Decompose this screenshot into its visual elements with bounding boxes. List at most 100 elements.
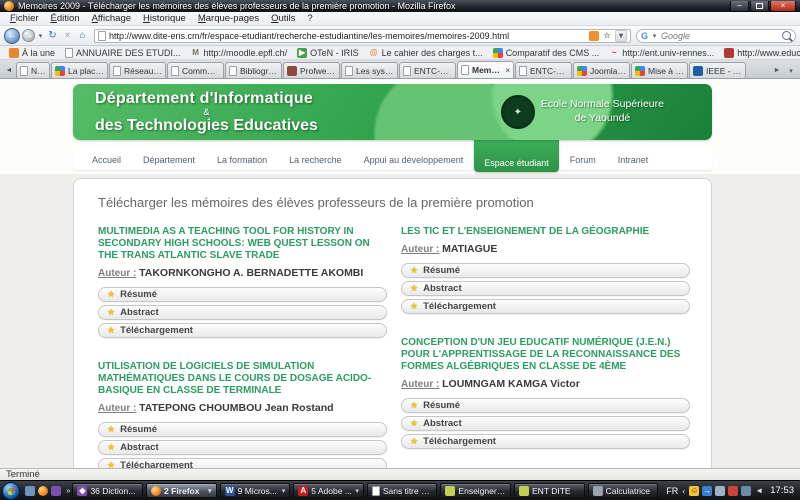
button-abstract[interactable]: ★Abstract bbox=[401, 416, 690, 431]
search-icon[interactable] bbox=[782, 31, 791, 40]
oten-icon: ▶ bbox=[297, 48, 307, 58]
tab-scroll-right-icon[interactable]: ► bbox=[770, 63, 784, 78]
language-indicator[interactable]: FR bbox=[666, 486, 678, 496]
quick-launch-overflow-icon[interactable]: » bbox=[66, 486, 70, 495]
menu-historique[interactable]: Historique bbox=[137, 13, 192, 24]
bookmark-oten-iris[interactable]: ▶OTeN - IRIS bbox=[292, 48, 364, 58]
button-t-l-chargement[interactable]: ★Téléchargement bbox=[401, 434, 690, 449]
tab-scroll-left-icon[interactable]: ◄ bbox=[2, 63, 16, 78]
display-icon[interactable] bbox=[715, 486, 725, 496]
reload-icon[interactable]: ↻ bbox=[46, 30, 59, 41]
taskbar-button-36-diction[interactable]: ◆36 Diction... bbox=[72, 483, 143, 498]
taskbar-button-dropdown-icon[interactable]: ▾ bbox=[208, 487, 212, 495]
button-r-sum[interactable]: ★Résumé bbox=[401, 263, 690, 278]
show-desktop-icon[interactable] bbox=[25, 486, 35, 496]
nav-item-d-partement[interactable]: Département bbox=[132, 155, 206, 165]
author-label[interactable]: Auteur : bbox=[401, 244, 439, 255]
tab-bibliograp[interactable]: Bibliograp... bbox=[225, 62, 282, 78]
bookmark-le-cahier-des-charges-t[interactable]: @Le cahier des charges t... bbox=[364, 48, 488, 58]
tray-chevron-icon[interactable]: ‹ bbox=[682, 486, 685, 496]
security-icon[interactable] bbox=[728, 486, 738, 496]
taskbar-button-sans-titre[interactable]: Sans titre - ... bbox=[367, 483, 438, 498]
bookmark-annuaire-des-etudi[interactable]: ANNUAIRE DES ETUDI... bbox=[60, 48, 186, 58]
taskbar-button-dropdown-icon[interactable]: ▾ bbox=[282, 487, 286, 495]
nav-item-appui-au-d-veloppement[interactable]: Appui au développement bbox=[353, 155, 475, 165]
author-label[interactable]: Auteur : bbox=[98, 268, 136, 279]
update-icon[interactable]: → bbox=[702, 486, 712, 496]
button-r-sum[interactable]: ★Résumé bbox=[98, 287, 387, 302]
button-abstract[interactable]: ★Abstract bbox=[98, 440, 387, 455]
button-abstract[interactable]: ★Abstract bbox=[98, 305, 387, 320]
restore-button[interactable] bbox=[750, 1, 769, 12]
back-icon[interactable]: ← bbox=[4, 28, 20, 44]
nav-item-la-formation[interactable]: La formation bbox=[206, 155, 278, 165]
volume-icon[interactable]: ◄ bbox=[754, 486, 764, 496]
network-icon[interactable] bbox=[741, 486, 751, 496]
button-label: Abstract bbox=[120, 307, 159, 318]
search-engine-dropdown-icon[interactable]: ▾ bbox=[651, 32, 658, 40]
url-dropdown-icon[interactable]: ▾ bbox=[615, 30, 627, 42]
search-input[interactable] bbox=[661, 31, 779, 41]
windows-app-icon[interactable] bbox=[51, 486, 61, 496]
taskbar-button-ent-dite[interactable]: ENT DITE bbox=[514, 483, 585, 498]
start-button[interactable] bbox=[2, 482, 20, 500]
nav-item-espace-tudiant[interactable]: Espace étudiant bbox=[474, 136, 559, 172]
tab-r-seaux-h[interactable]: Réseaux H... bbox=[109, 62, 166, 78]
firefox-icon[interactable] bbox=[38, 486, 48, 496]
nav-item-la-recherche[interactable]: La recherche bbox=[278, 155, 353, 165]
tab-mise-jour[interactable]: Mise à jour... bbox=[631, 62, 688, 78]
menu-dition[interactable]: Édition bbox=[45, 13, 86, 24]
author-label[interactable]: Auteur : bbox=[98, 403, 136, 414]
taskbar-button-9-micros[interactable]: W9 Micros...▾ bbox=[220, 483, 291, 498]
rss-feed-icon[interactable] bbox=[589, 31, 599, 41]
bookmark-http-moodle-epfl-ch[interactable]: Mhttp://moodle.epfl.ch/ bbox=[186, 48, 293, 58]
nav-item-forum[interactable]: Forum bbox=[559, 155, 607, 165]
tab-entc-dite[interactable]: ENTC-DITE... bbox=[399, 62, 456, 78]
tab-ne[interactable]: Ne... bbox=[16, 62, 50, 78]
button-t-l-chargement[interactable]: ★Téléchargement bbox=[401, 299, 690, 314]
home-icon[interactable]: ⌂ bbox=[76, 30, 89, 41]
tab-ieee-the[interactable]: IEEE - The ... bbox=[689, 62, 746, 78]
menu-item[interactable]: ? bbox=[301, 13, 318, 24]
taskbar-button-dropdown-icon[interactable]: ▾ bbox=[355, 487, 359, 495]
url-input[interactable] bbox=[109, 31, 586, 41]
nav-item-accueil[interactable]: Accueil bbox=[81, 155, 132, 165]
tab-close-icon[interactable]: × bbox=[505, 66, 510, 75]
tab-entc-dite[interactable]: ENTC-DITE... bbox=[515, 62, 572, 78]
history-dropdown-icon[interactable]: ▾ bbox=[37, 32, 44, 40]
forward-icon[interactable]: → bbox=[22, 29, 35, 42]
close-button[interactable]: × bbox=[770, 1, 796, 12]
tab-profweb[interactable]: Profweb : ... bbox=[283, 62, 340, 78]
button-t-l-chargement[interactable]: ★Téléchargement bbox=[98, 458, 387, 468]
taskbar-button-calculatrice[interactable]: Calculatrice bbox=[588, 483, 659, 498]
tab-memo[interactable]: Memo...× bbox=[457, 61, 514, 78]
menu-outils[interactable]: Outils bbox=[265, 13, 301, 24]
taskbar-button-2-firefox[interactable]: 2 Firefox▾ bbox=[146, 483, 217, 498]
bookmark-comparatif-des-cms[interactable]: Comparatif des CMS ... bbox=[488, 48, 605, 58]
tab-les-syst-m[interactable]: Les systèm... bbox=[341, 62, 398, 78]
button-r-sum[interactable]: ★Résumé bbox=[98, 422, 387, 437]
bookmark-http-www-educnet-e[interactable]: http://www.educnet.e... bbox=[719, 48, 800, 58]
menu-fichier[interactable]: Fichier bbox=[4, 13, 45, 24]
taskbar-button-enseigner-a[interactable]: Enseigner a... bbox=[440, 483, 511, 498]
tab-la-place-de[interactable]: La place de... bbox=[51, 62, 108, 78]
url-bar[interactable]: ☆▾ bbox=[94, 29, 631, 43]
search-box[interactable]: G ▾ bbox=[636, 29, 796, 43]
bookmark-http-ent-univ-rennes[interactable]: ~http://ent.univ-rennes... bbox=[604, 48, 719, 58]
messenger-icon[interactable]: ☺ bbox=[689, 486, 699, 496]
menu-affichage[interactable]: Affichage bbox=[86, 13, 137, 24]
stop-icon[interactable]: × bbox=[61, 30, 74, 41]
button-abstract[interactable]: ★Abstract bbox=[401, 281, 690, 296]
tab-list-icon[interactable]: ▾ bbox=[784, 63, 798, 78]
nav-item-intranet[interactable]: Intranet bbox=[607, 155, 660, 165]
tab-comment[interactable]: Comment ... bbox=[167, 62, 224, 78]
author-label[interactable]: Auteur : bbox=[401, 379, 439, 390]
bookmark-la-une[interactable]: À la une bbox=[4, 48, 60, 58]
menu-marque-pages[interactable]: Marque-pages bbox=[192, 13, 265, 24]
tab-joomla-po[interactable]: Joomla po... bbox=[573, 62, 630, 78]
button-t-l-chargement[interactable]: ★Téléchargement bbox=[98, 323, 387, 338]
minimize-button[interactable]: – bbox=[730, 1, 749, 12]
button-r-sum[interactable]: ★Résumé bbox=[401, 398, 690, 413]
bookmark-star-icon[interactable]: ☆ bbox=[602, 31, 612, 41]
taskbar-button-5-adobe[interactable]: A5 Adobe ...▾ bbox=[293, 483, 364, 498]
